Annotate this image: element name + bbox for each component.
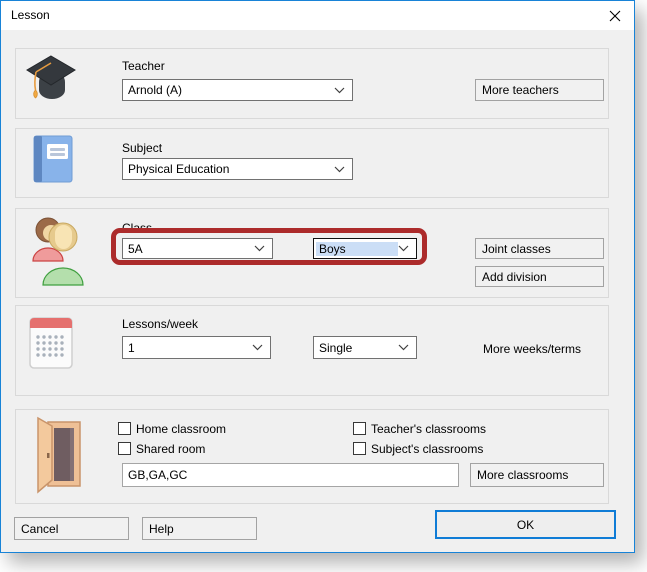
help-button[interactable]: Help	[142, 517, 257, 540]
add-division-button[interactable]: Add division	[475, 266, 604, 287]
more-teachers-label: More teachers	[482, 83, 559, 97]
lesson-dialog: Lesson Teacher Arnold (A) More teachers	[0, 0, 635, 553]
teacher-dropdown-value: Arnold (A)	[123, 83, 334, 97]
joint-classes-label: Joint classes	[482, 242, 551, 256]
more-teachers-button[interactable]: More teachers	[475, 79, 604, 101]
subject-dropdown[interactable]: Physical Education	[122, 158, 353, 180]
teacher-dropdown[interactable]: Arnold (A)	[122, 79, 353, 101]
joint-classes-button[interactable]: Joint classes	[475, 238, 604, 259]
teachers-classrooms-checkbox[interactable]	[353, 422, 366, 435]
ok-label: OK	[517, 518, 534, 532]
close-button[interactable]	[604, 5, 626, 27]
calendar-icon	[29, 317, 73, 369]
close-icon	[609, 10, 621, 22]
chevron-down-icon	[398, 245, 409, 252]
lesson-type-dropdown[interactable]: Single	[313, 336, 417, 359]
lessons-week-label: Lessons/week	[122, 317, 198, 331]
teacher-label: Teacher	[122, 59, 165, 73]
chevron-down-icon	[254, 245, 265, 252]
teachers-classrooms-label: Teacher's classrooms	[371, 422, 486, 436]
cancel-label: Cancel	[21, 522, 58, 536]
add-division-label: Add division	[482, 270, 547, 284]
teacher-section: Teacher Arnold (A) More teachers	[15, 48, 609, 119]
home-classroom-label: Home classroom	[136, 422, 226, 436]
more-classrooms-label: More classrooms	[477, 468, 568, 482]
book-icon	[30, 134, 74, 184]
chevron-down-icon	[252, 344, 263, 351]
shared-room-checkbox[interactable]	[118, 442, 131, 455]
division-dropdown-value: Boys	[316, 242, 398, 256]
subject-section: Subject Physical Education	[15, 128, 609, 198]
chevron-down-icon	[398, 344, 409, 351]
division-dropdown[interactable]: Boys	[313, 238, 417, 259]
classrooms-input[interactable]	[122, 463, 459, 487]
subject-label: Subject	[122, 141, 162, 155]
subjects-classrooms-checkbox[interactable]	[353, 442, 366, 455]
lesson-type-value: Single	[314, 341, 398, 355]
lessons-section: Lessons/week 1 Single More weeks/terms	[15, 305, 609, 396]
home-classroom-checkbox[interactable]	[118, 422, 131, 435]
chevron-down-icon	[334, 87, 345, 94]
more-classrooms-button[interactable]: More classrooms	[470, 463, 604, 487]
subjects-classrooms-label: Subject's classrooms	[371, 442, 483, 456]
more-weeks-terms-link[interactable]: More weeks/terms	[483, 342, 581, 356]
subject-dropdown-value: Physical Education	[123, 162, 334, 176]
shared-room-label: Shared room	[136, 442, 205, 456]
dialog-title: Lesson	[11, 8, 50, 22]
class-dropdown[interactable]: 5A	[122, 238, 273, 259]
lessons-count-value: 1	[123, 341, 252, 355]
class-section: Class 5A Boys Joint classes Add division	[15, 208, 609, 298]
chevron-down-icon	[334, 166, 345, 173]
cancel-button[interactable]: Cancel	[14, 517, 129, 540]
screen: { "window": { "title": "Lesson", "close_…	[0, 0, 647, 572]
title-bar: Lesson	[1, 1, 634, 30]
students-icon	[30, 213, 86, 287]
door-icon	[32, 416, 82, 496]
ok-button[interactable]: OK	[435, 510, 616, 539]
lessons-count-dropdown[interactable]: 1	[122, 336, 271, 359]
help-label: Help	[149, 522, 174, 536]
class-dropdown-value: 5A	[123, 242, 254, 256]
class-label: Class	[122, 221, 152, 235]
graduation-cap-icon	[25, 54, 77, 112]
classroom-section: Home classroom Shared room Teacher's cla…	[15, 409, 609, 504]
